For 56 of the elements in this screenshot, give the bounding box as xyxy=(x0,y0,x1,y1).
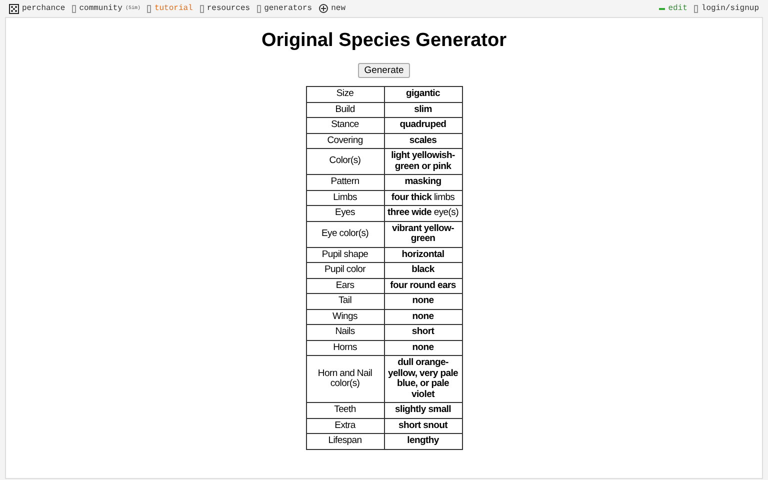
table-cell: slim xyxy=(384,102,462,118)
nav-link[interactable]: edit xyxy=(668,2,688,14)
table-cell: Pattern xyxy=(306,174,384,190)
table-cell: Tail xyxy=(306,294,384,309)
table-cell: Size xyxy=(306,86,384,102)
table-cell: four round ears xyxy=(384,278,462,294)
table-cell: Horn and Nail color(s) xyxy=(306,356,384,402)
table-cell: vibrant yellow-green xyxy=(384,221,462,247)
table-cell: none xyxy=(384,309,462,324)
table-cell: Eyes xyxy=(306,206,384,221)
table-cell: three wide eye(s) xyxy=(384,206,462,221)
table-cell: Extra xyxy=(306,418,384,434)
placeholder-glyph-icon xyxy=(147,4,152,12)
table-cell: dull orange-yellow, very pale blue, or pale violet xyxy=(384,356,462,402)
nav-link[interactable]: login/signup xyxy=(701,2,759,14)
table-cell: short xyxy=(384,324,462,340)
table-cell: Build xyxy=(306,102,384,118)
table-cell: none xyxy=(384,294,462,309)
table-cell: gigantic xyxy=(384,86,462,102)
generate-button[interactable]: Generate xyxy=(358,63,410,78)
placeholder-glyph-icon xyxy=(200,4,204,12)
table-cell: quadruped xyxy=(384,118,462,133)
nav-link[interactable]: generators xyxy=(264,2,312,14)
table-cell: Wings xyxy=(306,309,384,324)
table-cell: Color(s) xyxy=(306,148,384,174)
table-cell: scales xyxy=(384,133,462,148)
table-cell: slightly small xyxy=(384,402,462,418)
table-cell: Horns xyxy=(306,340,384,356)
table-cell: light yellowish-green or pink xyxy=(384,148,462,174)
table-cell: Nails xyxy=(306,324,384,340)
nav-link[interactable]: new xyxy=(331,2,346,14)
nav-link[interactable]: community xyxy=(79,2,122,14)
table-cell: Teeth xyxy=(306,402,384,418)
table-cell: none xyxy=(384,340,462,356)
table-cell: Eye color(s) xyxy=(306,221,384,247)
plus-circle-icon xyxy=(319,4,328,13)
table-cell: horizontal xyxy=(384,247,462,262)
nav-link[interactable]: resources xyxy=(206,2,250,14)
page-title: Original Species Generator xyxy=(262,30,506,52)
table-cell: Stance xyxy=(306,118,384,133)
table-cell: four thick limbs xyxy=(384,190,462,206)
table-cell: Pupil shape xyxy=(306,247,384,262)
table-cell: Limbs xyxy=(306,190,384,206)
dice-icon xyxy=(9,4,19,14)
table-cell: lengthy xyxy=(384,434,462,449)
table-cell: Pupil color xyxy=(306,262,384,278)
table-cell: black xyxy=(384,262,462,278)
nav-link[interactable]: perchance xyxy=(22,2,66,14)
placeholder-glyph-icon xyxy=(694,4,698,12)
table-cell: masking xyxy=(384,174,462,190)
table-cell: Covering xyxy=(306,133,384,148)
table-cell: Ears xyxy=(306,278,384,294)
placeholder-glyph-icon xyxy=(257,4,262,12)
table-cell: Lifespan xyxy=(306,434,384,449)
table-cell: short snout xyxy=(384,418,462,434)
placeholder-glyph-icon xyxy=(72,4,76,12)
